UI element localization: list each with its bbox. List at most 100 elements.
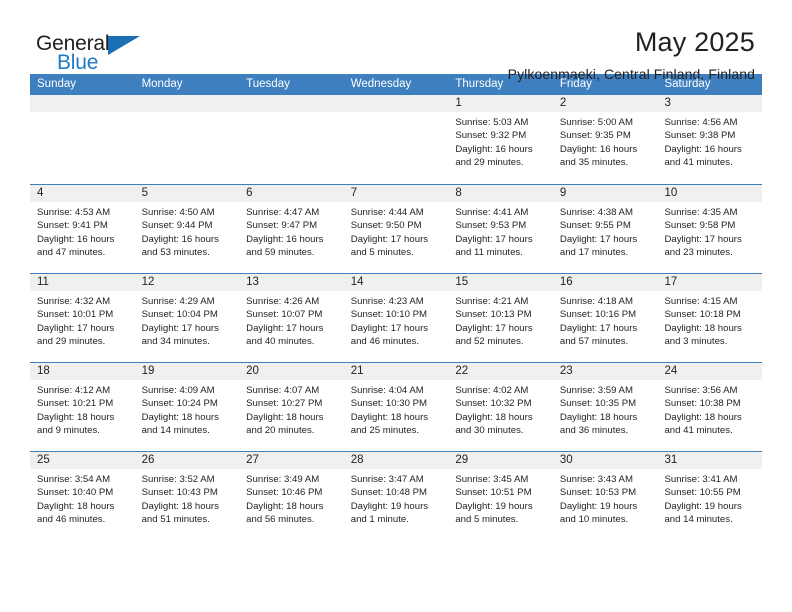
day-number: 31: [664, 454, 678, 466]
day-detail-line: Daylight: 17 hours: [141, 322, 219, 334]
calendar-week-days: 25 Sunrise: 3:54 AM Sunset: 10:40 PM Daylig…: [30, 452, 762, 540]
day-detail-line: Daylight: 17 hours: [246, 322, 324, 334]
day-detail-line: Daylight: 18 hours: [350, 411, 429, 423]
day-detail-line: Daylight: 17 hours: [455, 322, 533, 334]
calendar-week-days: 18 Sunrise: 4:12 AM Sunset: 10:21 PM Daylig…: [30, 363, 762, 451]
day-detail-line: and 14 minutes.: [664, 514, 733, 526]
calendar-day-cell[interactable]: 29 Sunrise: 3:45 AM Sunset: 10:51 PM Daylig…: [448, 452, 553, 540]
day-details: Sunrise: 4:32 AM Sunset: 10:01 PM Daylight…: [37, 295, 135, 349]
calendar-day-cell[interactable]: 14 Sunrise: 4:23 AM Sunset: 10:10 PM Daylig…: [344, 274, 449, 362]
day-detail-line: and 47 minutes.: [37, 247, 106, 259]
calendar-day-cell[interactable]: 2 Sunrise: 5:00 AM Sunset: 9:35 PM Daylight…: [553, 95, 658, 184]
day-detail-line: and 29 minutes.: [455, 157, 524, 169]
calendar-day-cell[interactable]: 24 Sunrise: 3:56 AM Sunset: 10:38 PM Daylig…: [657, 363, 762, 451]
calendar-day-cell[interactable]: 6 Sunrise: 4:47 AM Sunset: 9:47 PM Daylight…: [239, 185, 344, 273]
day-detail-line: and 17 minutes.: [559, 247, 629, 259]
calendar-day-cell[interactable]: 21 Sunrise: 4:04 AM Sunset: 10:30 PM Daylig…: [344, 363, 449, 451]
day-number: 26: [141, 454, 155, 466]
day-detail-line: Daylight: 19 hours: [350, 500, 429, 512]
calendar-day-cell[interactable]: 27 Sunrise: 3:49 AM Sunset: 10:46 PM Daylig…: [239, 452, 344, 540]
calendar-day-cell[interactable]: 4 Sunrise: 4:53 AM Sunset: 9:41 PM Daylight…: [30, 185, 135, 273]
calendar-week-row: 4 Sunrise: 4:53 AM Sunset: 9:41 PM Daylight…: [30, 184, 762, 273]
day-detail-line: Sunrise: 4:26 AM: [246, 296, 320, 307]
calendar-day-cell[interactable]: 5 Sunrise: 4:50 AM Sunset: 9:44 PM Daylight…: [135, 185, 240, 273]
page-title: May 2025: [634, 27, 755, 57]
calendar-day-cell[interactable]: 30 Sunrise: 3:43 AM Sunset: 10:53 PM Daylig…: [553, 452, 658, 540]
day-detail-line: and 9 minutes.: [37, 425, 100, 437]
day-detail-line: Sunrise: 4:35 AM: [664, 207, 738, 218]
day-detail-line: Sunset: 10:51 PM: [455, 487, 532, 499]
day-detail-line: Daylight: 18 hours: [141, 500, 219, 512]
calendar-day-cell[interactable]: 19 Sunrise: 4:09 AM Sunset: 10:24 PM Daylig…: [135, 363, 240, 451]
day-detail-line: Sunrise: 4:56 AM: [664, 117, 738, 128]
calendar-day-cell[interactable]: 26 Sunrise: 3:52 AM Sunset: 10:43 PM Daylig…: [135, 452, 240, 540]
day-details: Sunrise: 3:52 AM Sunset: 10:43 PM Daylight…: [142, 473, 240, 527]
day-detail-line: and 36 minutes.: [559, 425, 629, 437]
day-detail-line: Daylight: 18 hours: [37, 500, 115, 512]
day-number: 5: [141, 187, 148, 199]
day-number: 17: [664, 276, 678, 288]
day-details: Sunrise: 4:09 AM Sunset: 10:24 PM Daylight…: [142, 384, 240, 438]
day-detail-line: Daylight: 17 hours: [350, 233, 429, 245]
day-detail-line: and 46 minutes.: [37, 514, 106, 526]
calendar-day-cell[interactable]: 25 Sunrise: 3:54 AM Sunset: 10:40 PM Daylig…: [30, 452, 135, 540]
calendar-day-cell[interactable]: 10 Sunrise: 4:35 AM Sunset: 9:58 PM Dayligh…: [657, 185, 762, 273]
calendar-day-cell[interactable]: 20 Sunrise: 4:07 AM Sunset: 10:27 PM Daylig…: [239, 363, 344, 451]
day-detail-line: Sunrise: 4:32 AM: [37, 296, 111, 307]
calendar-day-cell[interactable]: 7 Sunrise: 4:44 AM Sunset: 9:50 PM Daylight…: [344, 185, 449, 273]
calendar-week-row: 1 Sunrise: 5:03 AM Sunset: 9:32 PM Daylight…: [30, 95, 762, 184]
day-details: Sunrise: 4:38 AM Sunset: 9:55 PM Daylight:…: [560, 206, 658, 260]
calendar-day-cell[interactable]: 16 Sunrise: 4:18 AM Sunset: 10:16 PM Daylig…: [553, 274, 658, 362]
calendar-day-cell[interactable]: 23 Sunrise: 3:59 AM Sunset: 10:35 PM Daylig…: [553, 363, 658, 451]
day-detail-line: Sunrise: 4:41 AM: [455, 207, 529, 218]
day-number: 14: [350, 276, 364, 288]
calendar-day-cell-empty: [30, 95, 135, 184]
day-number: 27: [246, 454, 259, 466]
calendar-day-cell[interactable]: 11 Sunrise: 4:32 AM Sunset: 10:01 PM Daylig…: [30, 274, 135, 362]
day-detail-line: and 30 minutes.: [455, 425, 524, 437]
weekday-header-thursday: Thursday: [455, 78, 504, 90]
day-details: Sunrise: 4:41 AM Sunset: 9:53 PM Daylight:…: [455, 206, 553, 260]
calendar-week-row: 18 Sunrise: 4:12 AM Sunset: 10:21 PM Daylig…: [30, 362, 762, 451]
calendar-day-cell[interactable]: 31 Sunrise: 3:41 AM Sunset: 10:55 PM Daylig…: [657, 452, 762, 540]
calendar-grid: Sunday Monday Tuesday Wednesday Thursday…: [30, 74, 762, 540]
day-detail-line: Sunset: 9:55 PM: [559, 220, 631, 232]
day-detail-line: and 11 minutes.: [455, 247, 523, 259]
general-blue-logo[interactable]: General Blue: [36, 26, 166, 78]
calendar-week-days: 1 Sunrise: 5:03 AM Sunset: 9:32 PM Daylight…: [30, 95, 762, 184]
calendar-day-cell[interactable]: 3 Sunrise: 4:56 AM Sunset: 9:38 PM Daylight…: [657, 95, 762, 184]
day-detail-line: Sunrise: 3:43 AM: [559, 474, 633, 485]
calendar-day-cell[interactable]: 17 Sunrise: 4:15 AM Sunset: 10:18 PM Daylig…: [657, 274, 762, 362]
calendar-day-cell[interactable]: 28 Sunrise: 3:47 AM Sunset: 10:48 PM Daylig…: [344, 452, 449, 540]
day-details: Sunrise: 3:47 AM Sunset: 10:48 PM Daylight…: [351, 473, 449, 527]
day-detail-line: Sunset: 10:40 PM: [37, 487, 114, 499]
day-details: Sunrise: 4:26 AM Sunset: 10:07 PM Daylight…: [246, 295, 344, 349]
day-detail-line: and 52 minutes.: [455, 336, 524, 348]
weekday-header-friday: Friday: [559, 78, 592, 90]
day-detail-line: and 25 minutes.: [350, 425, 420, 437]
day-detail-line: Daylight: 17 hours: [350, 322, 429, 334]
day-detail-line: and 29 minutes.: [37, 336, 106, 348]
day-detail-line: Daylight: 16 hours: [141, 233, 219, 245]
day-details: Sunrise: 3:59 AM Sunset: 10:35 PM Daylight…: [560, 384, 658, 438]
calendar-day-cell[interactable]: 1 Sunrise: 5:03 AM Sunset: 9:32 PM Daylight…: [448, 95, 553, 184]
calendar-day-cell[interactable]: 8 Sunrise: 4:41 AM Sunset: 9:53 PM Daylight…: [448, 185, 553, 273]
calendar-day-cell[interactable]: 13 Sunrise: 4:26 AM Sunset: 10:07 PM Daylig…: [239, 274, 344, 362]
day-detail-line: Sunset: 10:55 PM: [664, 487, 741, 499]
day-details: Sunrise: 3:56 AM Sunset: 10:38 PM Daylight…: [664, 384, 762, 438]
calendar-day-cell[interactable]: 15 Sunrise: 4:21 AM Sunset: 10:13 PM Daylig…: [448, 274, 553, 362]
calendar-day-cell[interactable]: 22 Sunrise: 4:02 AM Sunset: 10:32 PM Daylig…: [448, 363, 553, 451]
day-detail-line: Daylight: 16 hours: [664, 143, 742, 155]
day-detail-line: Sunset: 10:13 PM: [455, 309, 532, 321]
calendar-day-cell[interactable]: 12 Sunrise: 4:29 AM Sunset: 10:04 PM Daylig…: [135, 274, 240, 362]
day-details: Sunrise: 3:43 AM Sunset: 10:53 PM Daylight…: [560, 473, 658, 527]
calendar-day-cell[interactable]: 9 Sunrise: 4:38 AM Sunset: 9:55 PM Daylight…: [553, 185, 658, 273]
day-detail-line: Sunset: 9:38 PM: [664, 130, 736, 142]
day-detail-line: and 41 minutes.: [664, 425, 733, 437]
day-number: 15: [455, 276, 469, 288]
day-detail-line: Sunrise: 4:47 AM: [246, 207, 320, 218]
day-details: Sunrise: 4:56 AM Sunset: 9:38 PM Daylight:…: [664, 116, 762, 170]
day-detail-line: Sunset: 9:53 PM: [455, 220, 527, 232]
day-number: 24: [664, 365, 678, 377]
calendar-day-cell[interactable]: 18 Sunrise: 4:12 AM Sunset: 10:21 PM Daylig…: [30, 363, 135, 451]
